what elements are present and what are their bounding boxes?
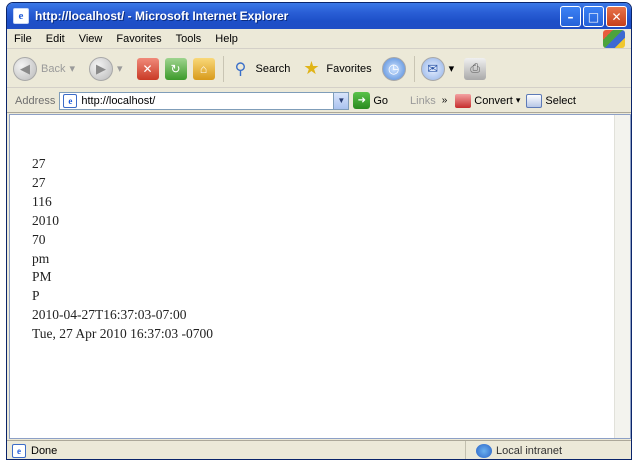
back-label: Back xyxy=(41,62,66,75)
address-value[interactable]: http://localhost/ xyxy=(81,95,333,107)
output-text: 27 27 116 2010 70 pm PM P 2010-04-27T16:… xyxy=(32,155,213,344)
address-bar: Address e http://localhost/ ▼ ➜ Go Links… xyxy=(7,89,631,113)
links-label[interactable]: Links xyxy=(410,95,436,107)
go-arrow-icon[interactable]: ➜ xyxy=(353,92,371,109)
menu-tools[interactable]: Tools xyxy=(169,33,209,45)
close-icon: ✕ xyxy=(611,9,622,24)
status-bar: e Done Local intranet xyxy=(7,440,631,459)
search-label: Search xyxy=(255,62,291,75)
output-line: 27 xyxy=(32,174,46,190)
caption-buttons: – □ ✕ xyxy=(560,6,627,27)
home-button[interactable]: ⌂ xyxy=(192,57,215,80)
status-page-icon: e xyxy=(12,444,26,458)
maximize-icon: □ xyxy=(587,9,600,24)
back-button[interactable]: ◀ Back ▾ xyxy=(13,56,75,81)
output-line: 2010 xyxy=(32,212,59,228)
forward-button[interactable]: ▶ ▾ xyxy=(89,56,123,81)
search-icon: ⚲ xyxy=(234,60,247,78)
convert-icon xyxy=(455,93,472,108)
favorites-button[interactable]: ★ Favorites xyxy=(300,58,371,80)
menu-view[interactable]: View xyxy=(72,33,110,45)
status-text: Done xyxy=(31,445,58,457)
mail-icon: ✉ xyxy=(420,56,445,81)
menu-bar: File Edit View Favorites Tools Help xyxy=(7,29,631,49)
back-dropdown-icon: ▾ xyxy=(69,63,75,75)
menu-favorites[interactable]: Favorites xyxy=(109,33,168,45)
menu-help[interactable]: Help xyxy=(208,33,245,45)
back-arrow-icon: ◀ xyxy=(13,56,37,81)
maximize-button[interactable]: □ xyxy=(583,6,604,27)
toolbar-separator xyxy=(413,55,415,82)
output-line: 27 xyxy=(32,156,46,171)
menu-edit[interactable]: Edit xyxy=(39,33,72,45)
security-zone: Local intranet xyxy=(465,441,631,459)
address-dropdown-icon[interactable]: ▼ xyxy=(333,92,349,109)
ie-page-icon: e xyxy=(13,8,29,24)
print-button[interactable]: ⎙ xyxy=(464,57,487,80)
browser-window: e http://localhost/ - Microsoft Internet… xyxy=(6,2,632,460)
refresh-button[interactable]: ↻ xyxy=(164,57,187,80)
refresh-icon: ↻ xyxy=(164,57,187,80)
history-button[interactable]: ◷ xyxy=(381,56,406,81)
output-line: 2010-04-27T16:37:03-07:00 xyxy=(32,307,187,323)
output-line: Tue, 27 Apr 2010 16:37:03 -0700 xyxy=(32,326,214,342)
local-intranet-icon xyxy=(476,444,492,458)
vertical-scrollbar[interactable] xyxy=(614,115,630,438)
minimize-button[interactable]: – xyxy=(560,6,581,27)
forward-arrow-icon: ▶ xyxy=(89,56,113,81)
close-button[interactable]: ✕ xyxy=(606,6,627,27)
mail-dropdown-icon: ▾ xyxy=(448,63,455,75)
page-content: 27 27 116 2010 70 pm PM P 2010-04-27T16:… xyxy=(9,114,631,439)
output-line: PM xyxy=(32,269,52,285)
output-line: 116 xyxy=(32,193,52,209)
menu-file[interactable]: File xyxy=(7,33,39,45)
go-button[interactable]: Go xyxy=(373,95,388,107)
window-title: http://localhost/ - Microsoft Internet E… xyxy=(35,9,289,23)
address-input[interactable]: e http://localhost/ ▼ xyxy=(59,91,350,110)
search-button[interactable]: ⚲ Search xyxy=(230,58,291,80)
chevron-icon[interactable]: » xyxy=(442,95,448,106)
title-bar: e http://localhost/ - Microsoft Internet… xyxy=(7,3,631,29)
toolbar: ◀ Back ▾ ▶ ▾ ✕ ↻ ⌂ ⚲ Search ★ Favorites … xyxy=(7,50,631,88)
convert-dropdown-icon[interactable]: ▾ xyxy=(516,95,521,106)
select-button[interactable]: Select xyxy=(545,95,576,107)
toolbar-separator xyxy=(222,55,224,82)
minimize-icon: – xyxy=(567,9,574,24)
output-line: pm xyxy=(32,250,50,266)
history-icon: ◷ xyxy=(381,56,406,81)
windows-logo-icon xyxy=(603,30,625,48)
favorites-star-icon: ★ xyxy=(303,58,320,78)
page-icon: e xyxy=(63,93,78,108)
output-line: P xyxy=(32,288,40,304)
home-icon: ⌂ xyxy=(192,57,215,80)
forward-dropdown-icon: ▾ xyxy=(117,63,123,75)
convert-button[interactable]: Convert xyxy=(474,95,513,107)
output-line: 70 xyxy=(32,231,46,247)
print-icon: ⎙ xyxy=(464,57,487,80)
zone-label: Local intranet xyxy=(496,445,563,457)
favorites-label: Favorites xyxy=(326,62,372,75)
stop-icon: ✕ xyxy=(136,57,159,80)
mail-button[interactable]: ✉ ▾ xyxy=(420,56,455,81)
stop-button[interactable]: ✕ xyxy=(136,57,159,80)
select-icon xyxy=(526,93,543,108)
address-label: Address xyxy=(15,94,56,107)
